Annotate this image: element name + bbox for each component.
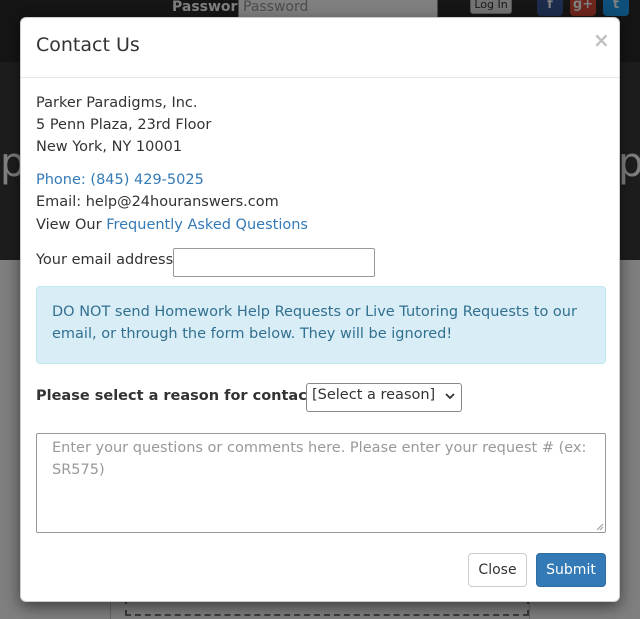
close-icon[interactable]: ×	[593, 28, 610, 52]
faq-prefix: View Our	[36, 217, 107, 233]
warning-alert: DO NOT send Homework Help Requests or Li…	[36, 286, 606, 364]
email-contact: Email: help@24houranswers.com	[36, 194, 279, 210]
street-address: 5 Penn Plaza, 23rd Floor	[36, 117, 212, 133]
city-address: New York, NY 10001	[36, 139, 183, 155]
faq-line: View Our Frequently Asked Questions	[36, 214, 308, 236]
email-field[interactable]	[173, 248, 375, 277]
resize-handle-icon[interactable]	[594, 521, 604, 531]
chevron-down-icon	[445, 390, 455, 404]
company-name: Parker Paradigms, Inc.	[36, 95, 198, 111]
modal-title: Contact Us	[36, 34, 140, 56]
reason-select[interactable]: [Select a reason]	[306, 383, 462, 412]
reason-selected-value: [Select a reason]	[312, 387, 436, 403]
phone-link[interactable]: Phone: (845) 429-5025	[36, 169, 204, 191]
reason-label: Please select a reason for contacting:	[36, 388, 346, 404]
contact-modal: Contact Us × Parker Paradigms, Inc. 5 Pe…	[20, 17, 620, 602]
email-field-label: Your email address:	[36, 252, 179, 268]
close-button[interactable]: Close	[468, 553, 527, 587]
comments-placeholder: Enter your questions or comments here. P…	[52, 440, 587, 478]
submit-button[interactable]: Submit	[536, 553, 606, 587]
faq-link[interactable]: Frequently Asked Questions	[106, 217, 308, 233]
comments-textarea[interactable]: Enter your questions or comments here. P…	[36, 433, 606, 533]
modal-header: Contact Us ×	[21, 18, 619, 78]
